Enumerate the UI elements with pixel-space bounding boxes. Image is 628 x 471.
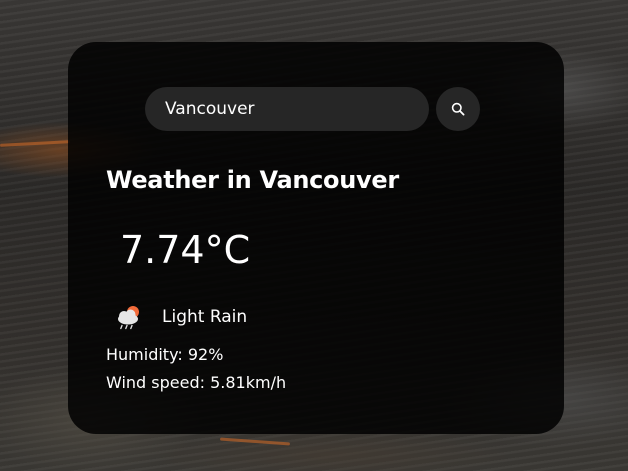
temperature-value: 7.74°C <box>120 228 251 272</box>
background-streak <box>219 437 291 446</box>
weather-card: Weather in Vancouver 7.74°C Light Rain H… <box>68 42 564 434</box>
condition-label: Light Rain <box>162 307 248 327</box>
condition-row: Light Rain <box>114 300 247 334</box>
search-icon <box>451 102 465 116</box>
rain-cloud-icon <box>118 306 139 330</box>
search-button[interactable] <box>436 87 480 131</box>
search-input[interactable] <box>145 87 429 131</box>
humidity-label: Humidity: 92% <box>106 345 224 364</box>
city-title: Weather in Vancouver <box>106 166 399 194</box>
wind-speed-label: Wind speed: 5.81km/h <box>106 373 287 392</box>
background-streak <box>0 140 71 147</box>
